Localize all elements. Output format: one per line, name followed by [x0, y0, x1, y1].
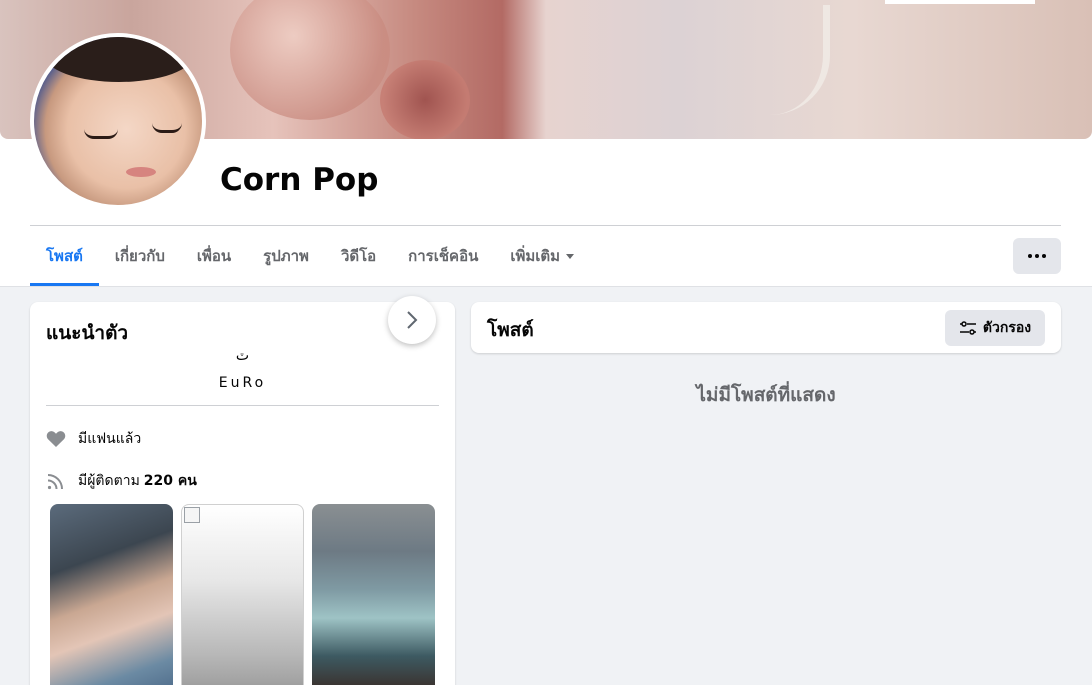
intro-divider — [46, 405, 439, 406]
tab-videos[interactable]: วิดีโอ — [325, 226, 392, 286]
tab-label: วิดีโอ — [340, 247, 377, 265]
filter-label: ตัวกรอง — [982, 320, 1032, 336]
bio-text: EuRo — [218, 375, 267, 391]
more-dot-icon — [1028, 254, 1032, 258]
heart-icon — [46, 429, 66, 449]
chevron-right-icon — [407, 311, 418, 329]
profile-avatar[interactable] — [30, 33, 206, 209]
avatar-detail — [152, 123, 182, 133]
rss-feed-icon — [46, 471, 66, 491]
profile-header: Corn Pop โพสต์ เกี่ยวกับ เพื่อน รูปภาพ ว… — [0, 0, 1092, 287]
cover-photo-detail — [230, 0, 390, 120]
featured-photo[interactable] — [181, 504, 304, 685]
avatar-detail — [126, 167, 156, 177]
cover-photo-detail — [885, 0, 1035, 4]
profile-name: Corn Pop — [220, 162, 379, 198]
cover-photo-detail — [380, 60, 470, 139]
followers-prefix: มีผู้ติดตาม — [78, 473, 140, 489]
tab-label: การเช็คอิน — [408, 247, 479, 265]
followers-count[interactable]: 220 คน — [144, 470, 197, 492]
bio-glyph: ٽ — [235, 348, 250, 364]
tab-label: โพสต์ — [46, 247, 83, 265]
tab-about[interactable]: เกี่ยวกับ — [99, 226, 181, 286]
relationship-status: มีแฟนแล้ว — [78, 431, 142, 447]
tab-label: เพื่อน — [196, 247, 232, 265]
more-options-button[interactable] — [1013, 238, 1061, 274]
tab-posts[interactable]: โพสต์ — [30, 226, 99, 286]
posts-card: โพสต์ ตัวกรอง — [471, 302, 1061, 353]
avatar-detail — [44, 37, 194, 82]
featured-photo[interactable] — [312, 504, 435, 685]
tab-label: เพิ่มเติม — [510, 247, 561, 265]
tab-more[interactable]: เพิ่มเติม — [494, 226, 590, 286]
caret-down-icon — [566, 253, 575, 259]
cover-photo-detail — [730, 5, 830, 115]
tab-label: รูปภาพ — [263, 247, 309, 265]
tab-friends[interactable]: เพื่อน — [181, 226, 247, 286]
tab-checkins[interactable]: การเช็คอิน — [392, 226, 494, 286]
profile-tabs: โพสต์ เกี่ยวกับ เพื่อน รูปภาพ วิดีโอ การ… — [30, 226, 590, 286]
intro-photos — [50, 504, 435, 685]
filter-icon — [959, 321, 976, 335]
filter-button[interactable]: ตัวกรอง — [945, 310, 1045, 346]
relationship-row: มีแฟนแล้ว — [46, 428, 141, 450]
more-dot-icon — [1035, 254, 1039, 258]
next-photos-button[interactable] — [388, 296, 436, 344]
intro-title: แนะนำตัว — [46, 322, 129, 344]
no-posts-message: ไม่มีโพสต์ที่แสดง — [696, 384, 836, 406]
tab-label: เกี่ยวกับ — [114, 247, 165, 265]
avatar-detail — [84, 129, 118, 139]
more-dot-icon — [1042, 254, 1046, 258]
featured-photo[interactable] — [50, 504, 173, 685]
posts-title: โพสต์ — [487, 319, 534, 341]
tab-photos[interactable]: รูปภาพ — [247, 226, 325, 286]
broken-image-icon — [184, 507, 200, 523]
followers-row: มีผู้ติดตาม 220 คน — [46, 470, 197, 492]
